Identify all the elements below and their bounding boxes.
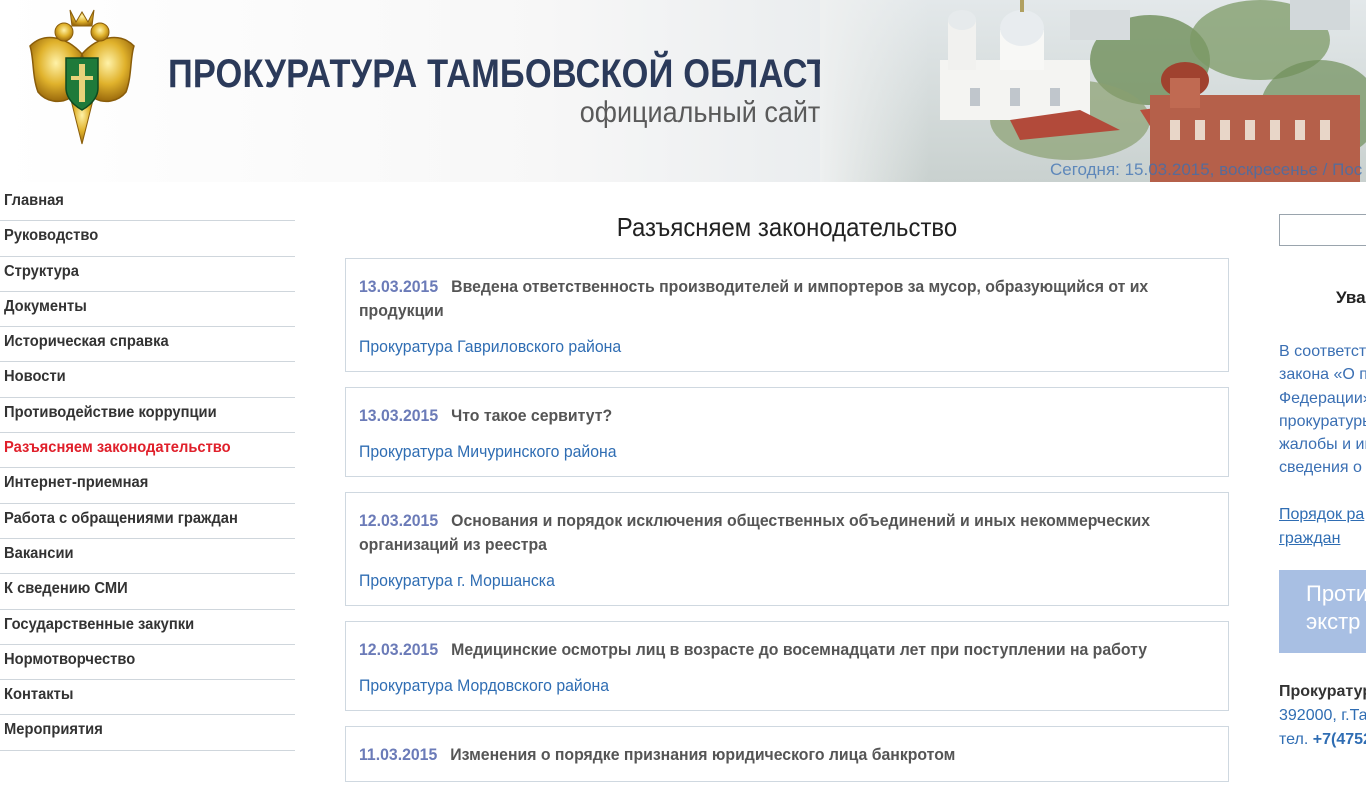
city-panorama-image [820, 0, 1366, 182]
news-headline: 12.03.2015 Медицинские осмотры лиц в возр… [359, 638, 1214, 662]
nav-item-structure[interactable]: Структура [0, 257, 295, 292]
nav-item-label: Руководство [4, 227, 99, 245]
news-date: 13.03.2015 [359, 277, 439, 296]
news-title-link[interactable]: Медицинские осмотры лиц в возрасте до во… [451, 640, 1147, 659]
news-source-text: Прокуратура г. Моршанска [359, 571, 555, 590]
nav-item-news[interactable]: Новости [0, 362, 295, 398]
nav-item-label: Контакты [4, 686, 74, 704]
news-title-link[interactable]: Что такое сервитут? [451, 406, 612, 425]
nav-item-label: Документы [4, 297, 87, 315]
banner-line: экстр [1306, 609, 1361, 634]
link-line: граждан [1279, 530, 1341, 547]
notice-line: Федерации» [1279, 389, 1366, 407]
news-source-link[interactable]: Прокуратура г. Моршанска [359, 571, 1214, 591]
nav-item-anti-corruption[interactable]: Противодействие коррупции [0, 398, 295, 434]
site-title[interactable]: ПРОКУРАТУРА ТАМБОВСКОЙ ОБЛАСТИ [168, 52, 853, 97]
nav-item-label: К сведению СМИ [4, 580, 128, 598]
nav-item-citizen-appeals[interactable]: Работа с обращениями граждан [0, 504, 295, 539]
nav-item-internet-reception[interactable]: Интернет-приемная [0, 468, 295, 504]
anti-extremism-banner[interactable]: Проти экстр [1279, 570, 1366, 653]
news-item: 12.03.2015 Медицинские осмотры лиц в возр… [345, 621, 1229, 711]
nav-item-documents[interactable]: Документы [0, 292, 295, 328]
notice-heading: Ува [1336, 288, 1366, 307]
appeals-procedure-link[interactable]: Порядок ра граждан [1279, 503, 1364, 551]
news-headline: 13.03.2015 Введена ответственность произв… [359, 275, 1214, 323]
contact-address: 392000, г.Та [1279, 707, 1366, 724]
news-headline: 11.03.2015 Изменения о порядке признания … [359, 743, 1214, 767]
nav-item-lawmaking[interactable]: Нормотворчество [0, 645, 295, 681]
notice-line: сведения о [1279, 459, 1362, 477]
news-title-link[interactable]: Введена ответственность производителей и… [359, 277, 1148, 320]
nav-item-label: Интернет-приемная [4, 474, 149, 492]
nav-item-history[interactable]: Историческая справка [0, 327, 295, 363]
search-input[interactable] [1279, 214, 1366, 246]
contact-block: Прокуратур 392000, г.Та тел. +7(4752 [1279, 680, 1366, 752]
notice-line: закона «О п [1279, 366, 1366, 384]
nav-item-leadership[interactable]: Руководство [0, 221, 295, 257]
nav-item-events[interactable]: Мероприятия [0, 715, 295, 751]
news-date: 12.03.2015 [359, 640, 439, 659]
notice-line: прокуратуры [1279, 412, 1366, 430]
news-date: 11.03.2015 [359, 745, 438, 764]
news-date: 12.03.2015 [359, 511, 439, 530]
news-headline: 13.03.2015 Что такое сервитут? [359, 404, 1214, 428]
news-source-text: Прокуратура Мичуринского района [359, 442, 617, 461]
nav-item-label: Главная [4, 192, 64, 209]
nav-item-label: Историческая справка [4, 333, 169, 351]
site-header: ПРОКУРАТУРА ТАМБОВСКОЙ ОБЛАСТИ официальн… [0, 0, 1366, 182]
news-source-link[interactable]: Прокуратура Мичуринского района [359, 442, 1214, 462]
news-title-link[interactable]: Изменения о порядке признания юридическо… [450, 745, 955, 764]
news-item: 11.03.2015 Изменения о порядке признания … [345, 726, 1229, 782]
phone-label: тел. [1279, 731, 1309, 748]
nav-item-legislation-explained[interactable]: Разъясняем законодательство [0, 433, 295, 469]
news-source-link[interactable]: Прокуратура Гавриловского района [359, 337, 1214, 357]
nav-item-label: Государственные закупки [4, 615, 195, 633]
nav-item-media[interactable]: К сведению СМИ [0, 574, 295, 610]
nav-item-label: Разъясняем законодательство [4, 439, 231, 457]
nav-item-label: Мероприятия [4, 721, 103, 739]
nav-item-label: Новости [4, 368, 66, 386]
news-item: 13.03.2015 Введена ответственность произв… [345, 258, 1229, 372]
notice-text: В соответст закона «О п Федерации» проку… [1279, 340, 1366, 480]
nav-item-home[interactable]: Главная [0, 186, 295, 222]
nav-item-label: Работа с обращениями граждан [4, 509, 238, 527]
nav-item-label: Противодействие коррупции [4, 403, 217, 421]
current-date-line: Сегодня: 15.03.2015, воскресенье / Пос [1050, 160, 1363, 179]
banner-line: Проти [1306, 581, 1366, 606]
page-title-text: Разъясняем законодательство [616, 212, 958, 242]
news-title-link[interactable]: Основания и порядок исключения обществен… [359, 511, 1150, 554]
nav-item-vacancies[interactable]: Вакансии [0, 539, 295, 575]
news-source-text: Прокуратура Мордовского района [359, 676, 610, 695]
news-item: 12.03.2015 Основания и порядок исключения… [345, 492, 1229, 606]
phone-number[interactable]: +7(4752 [1313, 731, 1366, 748]
news-headline: 12.03.2015 Основания и порядок исключения… [359, 509, 1214, 557]
page-title: Разъясняем законодательство [345, 212, 1229, 243]
contact-phone: тел. +7(4752 [1279, 728, 1366, 752]
news-list: 13.03.2015 Введена ответственность произв… [345, 258, 1229, 797]
main-navigation: Главная Руководство Структура Документы … [0, 186, 295, 751]
nav-item-label: Нормотворчество [4, 650, 136, 668]
site-subtitle: официальный сайт [579, 96, 820, 129]
double-headed-eagle-emblem-icon[interactable] [26, 6, 138, 148]
nav-item-label: Структура [4, 262, 79, 280]
nav-item-procurement[interactable]: Государственные закупки [0, 610, 295, 645]
contact-org-name: Прокуратур [1279, 683, 1366, 700]
news-source-link[interactable]: Прокуратура Мордовского района [359, 676, 1214, 696]
notice-line: В соответст [1279, 343, 1366, 360]
link-line: Порядок ра [1279, 506, 1365, 523]
nav-item-label: Вакансии [4, 544, 74, 562]
news-date: 13.03.2015 [359, 406, 439, 425]
news-source-text: Прокуратура Гавриловского района [359, 337, 622, 356]
news-item: 13.03.2015 Что такое сервитут? Прокуратур… [345, 387, 1229, 477]
nav-item-contacts[interactable]: Контакты [0, 680, 295, 716]
notice-line: жалобы и ин [1279, 436, 1366, 454]
